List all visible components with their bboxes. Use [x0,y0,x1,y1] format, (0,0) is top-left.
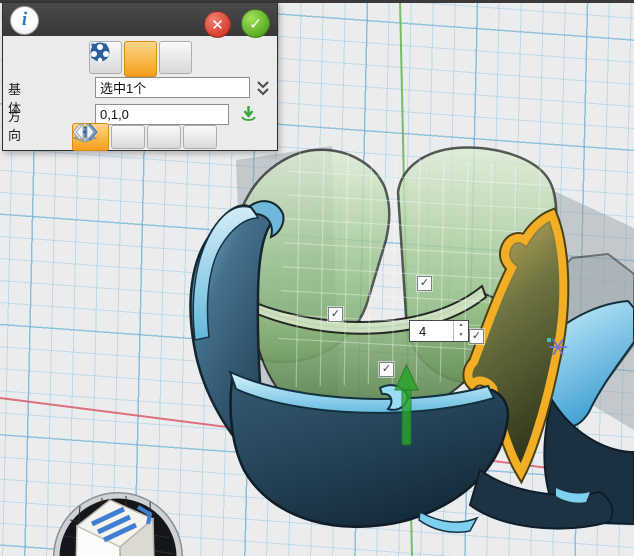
symmetry-option-1-button[interactable] [111,125,145,149]
direction-input[interactable] [95,104,229,125]
dialog-titlebar: i ✕ ✓ [3,3,277,36]
confirm-button[interactable]: ✓ [241,9,270,38]
pattern-option-buttons [72,123,217,151]
symmetry-option-2-button[interactable] [147,125,181,149]
base-selection-input[interactable] [95,77,250,98]
direction-arrow[interactable] [395,365,418,445]
spinner-down-icon[interactable]: ▼ [454,331,468,341]
diamond-split-icon [72,123,98,141]
expand-chevrons-icon[interactable] [256,79,270,97]
circular-pattern-dialog: i ✕ ✓ 基体 [2,2,278,151]
snap-point-marker [547,338,567,355]
cancel-button[interactable]: ✕ [204,11,231,38]
pick-direction-icon[interactable] [240,105,257,123]
pattern-type-tabs [89,41,192,77]
direction-field-label: 方向 [8,106,21,144]
spherical-pattern-button[interactable] [159,41,192,74]
view-home-widget[interactable] [40,480,200,556]
pattern-count-field[interactable]: ▲ ▼ [409,320,469,342]
spinner-up-icon[interactable]: ▲ [454,321,468,331]
symmetry-option-3-button[interactable] [183,125,217,149]
pattern-instance-checkbox[interactable]: ✓ [417,276,432,291]
pattern-instance-checkbox[interactable]: ✓ [328,307,343,322]
pattern-count-input[interactable] [410,321,453,341]
info-icon[interactable]: i [10,6,39,35]
circular-pattern-button[interactable] [124,41,157,77]
pattern-instance-checkbox[interactable]: ✓ [469,329,484,344]
pattern-instance-checkbox[interactable]: ✓ [379,362,394,377]
sphere-pattern-icon [89,41,111,63]
count-spinner[interactable]: ▲ ▼ [453,321,468,341]
